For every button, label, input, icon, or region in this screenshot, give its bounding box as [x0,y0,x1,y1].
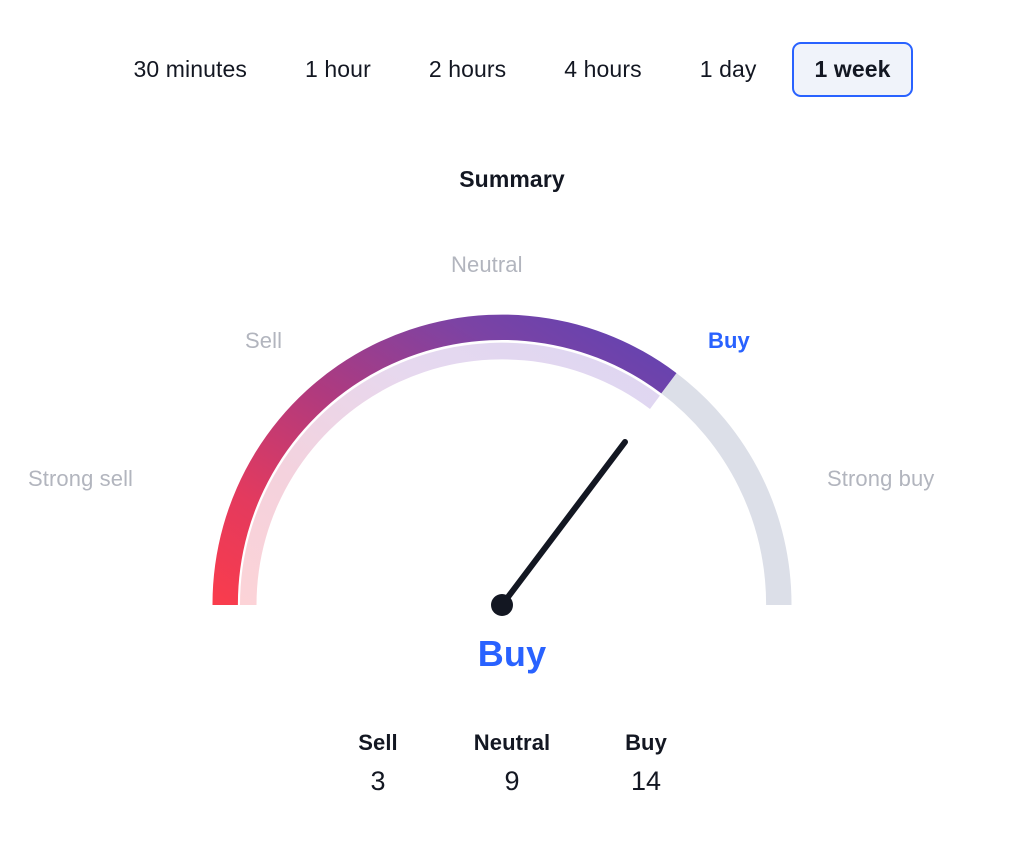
count-value-sell: 3 [370,766,386,796]
summary-gauge: Strong sell Sell Neutral Buy Strong buy [0,225,1024,645]
signal-counts: Sell 3 Neutral 9 Buy 14 [0,732,1024,795]
summary-verdict: Buy [477,633,547,674]
tab-1-hour[interactable]: 1 hour [283,42,393,97]
gauge-needle [491,439,628,616]
tab-2-hours[interactable]: 2 hours [407,42,528,97]
count-column-sell: Sell 3 [311,732,445,795]
count-label-buy: Buy [625,730,667,755]
gauge-label-buy: Buy [708,328,750,353]
gauge-label-neutral: Neutral [451,252,523,277]
count-value-neutral: 9 [504,766,520,796]
summary-title: Summary [459,166,565,192]
count-label-sell: Sell [358,730,398,755]
count-value-buy: 14 [630,766,662,796]
count-column-buy: Buy 14 [579,732,713,795]
tab-1-day[interactable]: 1 day [678,42,779,97]
gauge-label-strong-buy: Strong buy [827,466,935,491]
gauge-svg [212,314,792,616]
gauge-track-inactive [661,373,792,605]
tab-4-hours[interactable]: 4 hours [542,42,663,97]
count-label-neutral: Neutral [473,730,551,755]
count-column-neutral: Neutral 9 [445,732,579,795]
gauge-label-strong-sell: Strong sell [28,466,134,491]
tab-1-week[interactable]: 1 week [792,41,913,97]
tab-30-minutes[interactable]: 30 minutes [112,42,270,97]
gauge-arc-inner-band [239,342,660,605]
timeframe-tabbar: 30 minutes 1 hour 2 hours 4 hours 1 day … [0,38,1024,100]
gauge-label-sell: Sell [245,328,283,353]
